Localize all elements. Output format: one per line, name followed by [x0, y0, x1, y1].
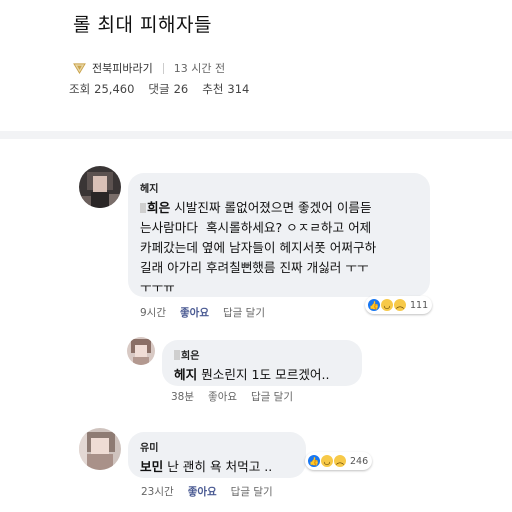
- comment-bubble: 유미 보민 난 괜히 욕 처먹고 ..: [128, 432, 306, 478]
- post-time: 13 시간 전: [173, 62, 226, 75]
- comment-time: 9시간: [140, 307, 167, 319]
- reaction-count: 111: [410, 299, 429, 311]
- like-button[interactable]: 좋아요: [208, 389, 237, 404]
- reply-button[interactable]: 답글 달기: [223, 305, 265, 320]
- avatar[interactable]: [79, 166, 121, 208]
- like-button[interactable]: 좋아요: [180, 305, 209, 320]
- post-title: 롤 최대 피해자들: [73, 14, 212, 36]
- blurred-name-mark: [140, 203, 146, 213]
- mentioned-name[interactable]: 희은: [147, 200, 170, 215]
- likes-stat: 추천 314: [202, 82, 250, 96]
- comment-text: 헤지 뭔소린지 1도 모르겠어..: [174, 367, 330, 382]
- comment-actions: 23시간 좋아요 답글 달기: [141, 484, 287, 499]
- thumbs-up-icon: 👍: [307, 454, 321, 468]
- comment-time: 23시간: [141, 486, 174, 498]
- reaction-summary[interactable]: 👍 ◡ ︵ 246: [305, 452, 373, 470]
- comment-author[interactable]: 희은: [174, 347, 350, 362]
- comment-text: 보민 난 괜히 욕 처먹고 ..: [140, 459, 273, 474]
- comment-bubble: 헤지 희은 시발진짜 롤없어졌으면 좋겠어 이름듣 는사람마다 혹시롤하세요? …: [128, 173, 430, 297]
- comment-author[interactable]: 헤지: [140, 180, 418, 195]
- avatar[interactable]: [127, 337, 155, 365]
- comment-time: 38분: [171, 391, 195, 403]
- post-meta: 전북피바라기 13 시간 전: [73, 60, 225, 76]
- reply-button[interactable]: 답글 달기: [231, 484, 273, 499]
- post-stats: 조회 25,460 댓글 26 추천 314: [69, 81, 263, 97]
- reaction-summary[interactable]: 👍 ◡ ︵ 111: [365, 296, 433, 314]
- views-stat: 조회 25,460: [69, 82, 135, 96]
- comment-actions: 38분 좋아요 답글 달기: [171, 389, 307, 404]
- mentioned-name[interactable]: 보민: [140, 459, 163, 474]
- avatar[interactable]: [79, 428, 121, 470]
- blurred-name-mark: [174, 350, 180, 360]
- reaction-count: 246: [350, 455, 369, 467]
- board-triangle-icon: [73, 62, 86, 74]
- reply-button[interactable]: 답글 달기: [251, 389, 293, 404]
- comment-text: 희은 시발진짜 롤없어졌으면 좋겠어 이름듣 는사람마다 혹시롤하세요? ㅇㅈㄹ…: [140, 200, 377, 295]
- comment-actions: 9시간 좋아요 답글 달기: [140, 305, 279, 320]
- board-name[interactable]: 전북피바라기: [92, 60, 153, 76]
- comment-author[interactable]: 유미: [140, 439, 294, 454]
- like-button[interactable]: 좋아요: [188, 484, 217, 499]
- comments-stat: 댓글 26: [148, 82, 189, 96]
- thumbs-up-icon: 👍: [367, 298, 381, 312]
- comment-bubble: 희은 헤지 뭔소린지 1도 모르겠어..: [162, 340, 362, 386]
- sad-emoji-icon: ︵: [393, 298, 407, 312]
- meta-divider: [162, 62, 164, 74]
- section-divider: [0, 131, 512, 139]
- sad-emoji-icon: ︵: [333, 454, 347, 468]
- mentioned-name[interactable]: 헤지: [174, 367, 197, 382]
- laugh-emoji-icon: ◡: [380, 298, 394, 312]
- laugh-emoji-icon: ◡: [320, 454, 334, 468]
